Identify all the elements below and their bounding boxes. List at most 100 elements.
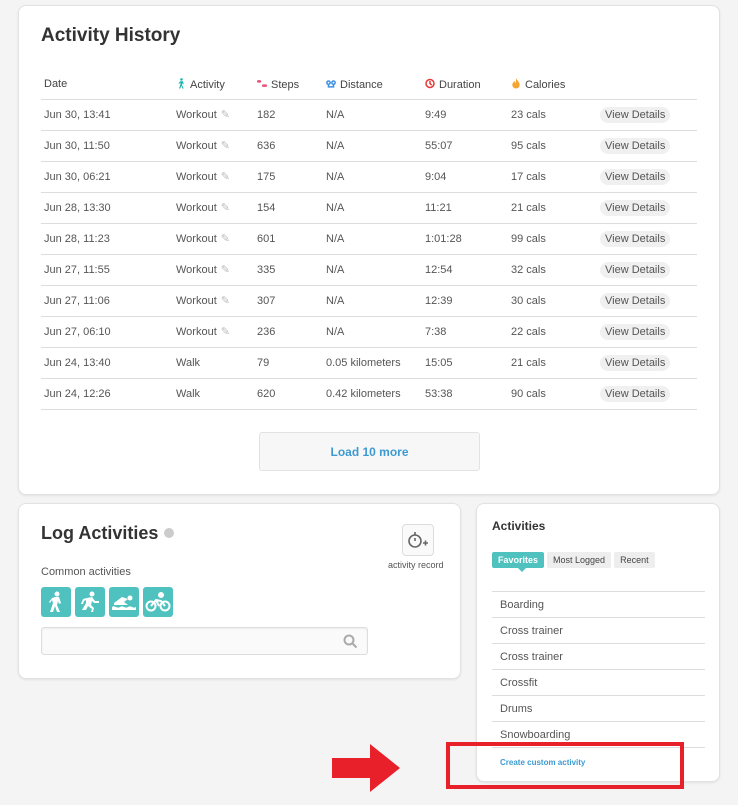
view-details-button[interactable]: View Details bbox=[600, 292, 671, 309]
swim-icon[interactable] bbox=[109, 587, 139, 617]
cell-text: Workout bbox=[176, 326, 217, 338]
activity-history-table: Date Activity Steps Distance Duration Calorie… bbox=[41, 70, 697, 410]
cell-date: Jun 24, 12:26 bbox=[41, 378, 173, 410]
activity-search-input[interactable] bbox=[42, 628, 332, 654]
activity-search-field[interactable] bbox=[41, 627, 368, 655]
tab-favorites[interactable]: Favorites bbox=[492, 552, 545, 572]
list-item[interactable]: Drums bbox=[492, 696, 705, 722]
walk-icon[interactable] bbox=[41, 587, 71, 617]
cell-text: Walk bbox=[176, 356, 201, 369]
column-header-duration: Duration bbox=[422, 70, 508, 100]
cell-activity: Workout ✎ bbox=[173, 130, 254, 162]
tab-recent[interactable]: Recent bbox=[614, 552, 655, 568]
cell-text: Jun 24, 12:26 bbox=[44, 387, 111, 400]
search-icon[interactable] bbox=[343, 634, 358, 649]
view-details-button[interactable]: View Details bbox=[600, 199, 671, 216]
cell-text: 53:38 bbox=[425, 387, 453, 400]
walker-icon bbox=[178, 77, 184, 89]
column-label: Date bbox=[44, 78, 68, 91]
edit-pencil-icon[interactable]: ✎ bbox=[221, 264, 230, 276]
activity-record-label: activity record bbox=[388, 560, 444, 570]
edit-pencil-icon[interactable]: ✎ bbox=[221, 233, 230, 245]
edit-pencil-icon[interactable]: ✎ bbox=[221, 109, 230, 121]
list-item[interactable]: Cross trainer bbox=[492, 618, 705, 644]
edit-pencil-icon[interactable]: ✎ bbox=[221, 326, 230, 338]
cell-steps: 236 bbox=[254, 316, 323, 348]
activity-record-button[interactable] bbox=[402, 524, 434, 556]
cell-calories: 32 cals bbox=[508, 254, 597, 286]
cell-text: Workout bbox=[176, 109, 217, 121]
cell-calories: 22 cals bbox=[508, 316, 597, 348]
cell-text: 1:01:28 bbox=[425, 232, 462, 245]
cell-calories: 95 cals bbox=[508, 130, 597, 162]
view-details-button[interactable]: View Details bbox=[600, 230, 671, 247]
view-details-button[interactable]: View Details bbox=[600, 168, 671, 185]
view-details-button[interactable]: View Details bbox=[600, 323, 671, 340]
cell-activity: Workout ✎ bbox=[173, 99, 254, 131]
view-details-button[interactable]: View Details bbox=[600, 354, 671, 371]
cell-text: N/A bbox=[326, 108, 345, 121]
table-row: Jun 28, 11:23 Workout ✎ 601 N/A 1:01:28 99 cal… bbox=[41, 223, 697, 255]
cell-steps: 636 bbox=[254, 130, 323, 162]
cell-text: 11:21 bbox=[425, 201, 452, 214]
view-details-button[interactable]: View Details bbox=[600, 385, 671, 402]
cell-activity: Workout ✎ bbox=[173, 192, 254, 224]
cell-text: 32 cals bbox=[511, 263, 546, 276]
cell-text: 23 cals bbox=[511, 108, 546, 121]
column-label: Calories bbox=[525, 78, 566, 91]
table-row: Jun 27, 11:55 Workout ✎ 335 N/A 12:54 32 cals V… bbox=[41, 254, 697, 286]
cell-actions: View Details bbox=[597, 316, 697, 348]
cell-duration: 55:07 bbox=[422, 130, 508, 162]
cell-actions: View Details bbox=[597, 347, 697, 379]
edit-pencil-icon[interactable]: ✎ bbox=[221, 171, 230, 183]
cell-activity: Walk bbox=[173, 347, 254, 379]
edit-pencil-icon[interactable]: ✎ bbox=[221, 202, 230, 214]
load-more-button[interactable]: Load 10 more bbox=[259, 432, 480, 471]
cell-text: N/A bbox=[326, 201, 345, 214]
column-header-calories: Calories bbox=[508, 70, 597, 100]
edit-pencil-icon[interactable]: ✎ bbox=[221, 295, 230, 307]
cell-actions: View Details bbox=[597, 378, 697, 410]
cell-text: 12:54 bbox=[425, 263, 453, 276]
list-item[interactable]: Crossfit bbox=[492, 670, 705, 696]
cell-duration: 15:05 bbox=[422, 347, 508, 379]
cell-text: Jun 28, 13:30 bbox=[44, 201, 111, 214]
cell-distance: 0.42 kilometers bbox=[323, 378, 422, 410]
cell-duration: 9:49 bbox=[422, 99, 508, 131]
column-label: Steps bbox=[271, 78, 300, 91]
cell-text: 30 cals bbox=[511, 294, 546, 307]
cell-date: Jun 24, 13:40 bbox=[41, 347, 173, 379]
cell-distance: N/A bbox=[323, 161, 422, 193]
activity-history-card: Activity History Date Activity Steps Distan… bbox=[18, 5, 720, 495]
view-details-button[interactable]: View Details bbox=[600, 261, 671, 278]
cell-distance: N/A bbox=[323, 285, 422, 317]
view-details-button[interactable]: View Details bbox=[600, 106, 671, 123]
cell-text: 17 cals bbox=[511, 170, 546, 183]
red-arrow-icon bbox=[332, 744, 400, 792]
cell-text: 95 cals bbox=[511, 139, 546, 152]
bike-icon[interactable] bbox=[143, 587, 173, 617]
cell-text: 9:49 bbox=[425, 108, 447, 121]
edit-pencil-icon[interactable]: ✎ bbox=[221, 140, 230, 152]
list-item[interactable]: Cross trainer bbox=[492, 644, 705, 670]
cell-calories: 21 cals bbox=[508, 347, 597, 379]
run-icon[interactable] bbox=[75, 587, 105, 617]
cell-activity: Walk bbox=[173, 378, 254, 410]
cell-text: 154 bbox=[257, 201, 276, 214]
cell-text: Workout bbox=[176, 140, 217, 152]
info-icon[interactable] bbox=[164, 528, 175, 538]
cell-text: 79 bbox=[257, 356, 270, 369]
cell-steps: 182 bbox=[254, 99, 323, 131]
view-details-button[interactable]: View Details bbox=[600, 137, 671, 154]
cell-actions: View Details bbox=[597, 161, 697, 193]
cell-actions: View Details bbox=[597, 285, 697, 317]
list-item[interactable]: Boarding bbox=[492, 592, 705, 618]
cell-date: Jun 30, 11:50 bbox=[41, 130, 173, 162]
favorite-activities-list: Boarding Cross trainer Cross trainer Crossf… bbox=[492, 591, 705, 748]
tab-most-logged[interactable]: Most Logged bbox=[547, 552, 612, 568]
cell-actions: View Details bbox=[597, 223, 697, 255]
cell-actions: View Details bbox=[597, 254, 697, 286]
cell-text: 0.42 kilometers bbox=[326, 387, 401, 400]
cell-distance: N/A bbox=[323, 223, 422, 255]
cell-text: 22 cals bbox=[511, 325, 546, 338]
